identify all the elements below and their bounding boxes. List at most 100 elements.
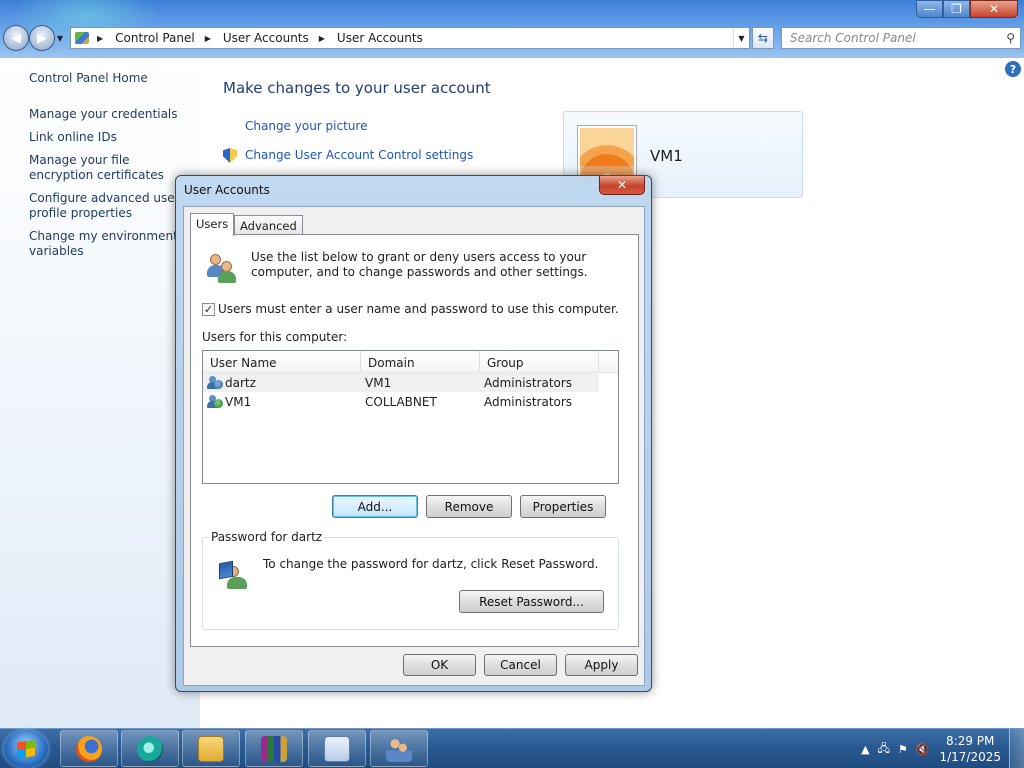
forward-button[interactable]: ▶	[29, 25, 55, 51]
page-title: Make changes to your user account	[223, 79, 491, 97]
uac-settings-link[interactable]: Change User Account Control settings	[245, 148, 473, 162]
refresh-icon: ⇆	[757, 31, 769, 45]
back-button[interactable]: ◀	[3, 25, 29, 51]
minimize-button[interactable]: —	[916, 0, 943, 18]
row-user-name: VM1	[225, 394, 252, 409]
ok-button[interactable]: OK	[403, 654, 476, 676]
network-icon[interactable]: 🖧	[878, 740, 890, 759]
users-list-header: User Name Domain Group	[203, 351, 618, 373]
breadcrumb-current[interactable]: User Accounts	[333, 31, 427, 45]
sidebar-item-link-online-ids[interactable]: Link online IDs	[29, 130, 194, 145]
close-button[interactable]: ✕	[970, 0, 1018, 18]
change-picture-link[interactable]: Change your picture	[245, 119, 367, 133]
folder-icon	[198, 735, 224, 762]
recent-pages-dropdown[interactable]: ▼	[55, 25, 65, 51]
row-group: Administrators	[484, 375, 573, 390]
column-user-name[interactable]: User Name	[203, 351, 361, 372]
column-group[interactable]: Group	[480, 351, 599, 372]
firefox-icon	[76, 735, 102, 762]
dialog-body: Users Advanced Use the list below to gra…	[183, 206, 645, 686]
window-titlebar: — ❐ ✕ ◀ ▶ ▼ ▶ Control Panel ▶ User Accoun…	[0, 0, 1024, 58]
user-password-icon	[219, 560, 249, 590]
control-panel-window-icon	[324, 735, 350, 762]
breadcrumb-user-accounts[interactable]: User Accounts ▶	[219, 31, 333, 45]
password-group-title: Password for dartz	[209, 530, 325, 544]
require-password-option: ✓ Users must enter a user name and passw…	[202, 302, 619, 316]
sidebar-item-environment-variables[interactable]: Change my environment variables	[29, 229, 194, 259]
users-list[interactable]: User Name Domain Group dartz VM1 Adminis…	[202, 350, 619, 484]
users-list-label: Users for this computer:	[202, 330, 348, 344]
column-domain[interactable]: Domain	[361, 351, 480, 372]
clock-time: 8:29 PM	[946, 734, 995, 748]
show-desktop-button[interactable]	[1009, 729, 1024, 768]
archive-books-icon	[261, 735, 287, 762]
system-tray: ▲ 🖧 ⚑ 🔇 8:29 PM 1/17/2025	[857, 729, 1024, 768]
apply-button[interactable]: Apply	[565, 654, 638, 676]
back-arrow-icon: ◀	[11, 30, 21, 46]
remove-user-button[interactable]: Remove	[426, 495, 512, 518]
account-name: VM1	[650, 147, 683, 165]
maximize-button[interactable]: ❐	[943, 0, 970, 18]
chevron-right-icon[interactable]: ▶	[319, 34, 325, 43]
clock[interactable]: 8:29 PM 1/17/2025	[939, 733, 1001, 765]
require-password-label[interactable]: Users must enter a user name and passwor…	[218, 302, 619, 316]
breadcrumb-control-panel[interactable]: Control Panel ▶	[111, 31, 219, 45]
volume-muted-icon[interactable]: 🔇	[916, 743, 930, 756]
require-password-checkbox[interactable]: ✓	[202, 302, 215, 316]
domain-user-icon	[207, 394, 223, 409]
chevron-right-icon: ▶	[97, 33, 104, 43]
dialog-close-button[interactable]: ✕	[599, 176, 645, 195]
search-icon[interactable]: ⚲	[1006, 31, 1015, 45]
chevron-right-icon[interactable]: ▶	[205, 34, 211, 43]
users-icon	[206, 252, 240, 283]
sidebar-item-control-panel-home[interactable]: Control Panel Home	[29, 71, 194, 86]
teal-app-icon	[137, 735, 163, 762]
properties-button[interactable]: Properties	[520, 495, 606, 518]
control-panel-icon	[71, 28, 93, 48]
cancel-button[interactable]: Cancel	[484, 654, 557, 676]
help-icon[interactable]: ?	[1005, 61, 1021, 77]
breadcrumb-label: User Accounts	[222, 31, 309, 45]
taskbar-firefox[interactable]	[60, 730, 118, 767]
refresh-button[interactable]: ⇆	[752, 27, 774, 49]
nav-buttons: ◀ ▶ ▼	[3, 25, 65, 51]
reset-password-button[interactable]: Reset Password...	[459, 590, 604, 613]
table-row[interactable]: dartz VM1 Administrators	[203, 373, 599, 392]
taskbar-app-teal[interactable]	[121, 730, 179, 767]
address-bar[interactable]: ▶ Control Panel ▶ User Accounts ▶ User Acc…	[70, 27, 750, 49]
breadcrumb-root-chevron[interactable]: ▶	[93, 34, 111, 43]
user-accounts-dialog: User Accounts ✕ Users Advanced Use the l…	[175, 175, 652, 692]
taskbar-control-panel[interactable]	[308, 730, 366, 767]
tab-advanced[interactable]: Advanced	[234, 215, 303, 236]
taskbar-archive[interactable]	[245, 730, 303, 767]
user-icon	[207, 375, 223, 390]
breadcrumb-label: User Accounts	[336, 31, 423, 45]
password-group: Password for dartz To change the passwor…	[202, 530, 619, 630]
address-dropdown-button[interactable]: ▼	[733, 28, 749, 48]
start-button[interactable]	[4, 730, 48, 768]
sidebar-item-advanced-profile[interactable]: Configure advanced user profile properti…	[29, 191, 194, 221]
password-group-text: To change the password for dartz, click …	[263, 557, 599, 571]
search-placeholder: Search Control Panel	[790, 31, 916, 45]
window-controls: — ❐ ✕	[916, 0, 1018, 18]
tab-users[interactable]: Users	[190, 213, 235, 236]
windows-logo-icon	[17, 740, 35, 758]
dialog-title: User Accounts	[184, 183, 270, 197]
row-group: Administrators	[484, 394, 573, 409]
clock-date: 1/17/2025	[939, 750, 1001, 764]
row-domain: COLLABNET	[365, 394, 437, 409]
taskbar-user-accounts[interactable]	[370, 730, 428, 767]
user-accounts-icon	[386, 735, 412, 762]
taskbar: ▲ 🖧 ⚑ 🔇 8:29 PM 1/17/2025	[0, 728, 1024, 768]
breadcrumb-label: Control Panel	[115, 31, 195, 45]
row-user-name: dartz	[225, 375, 256, 390]
sidebar-item-file-encryption[interactable]: Manage your file encryption certificates	[29, 153, 194, 183]
show-hidden-icons-button[interactable]: ▲	[861, 743, 869, 756]
forward-arrow-icon: ▶	[37, 30, 47, 46]
taskbar-explorer[interactable]	[182, 730, 240, 767]
search-input[interactable]: Search Control Panel ⚲	[781, 27, 1021, 49]
add-user-button[interactable]: Add...	[332, 495, 418, 518]
table-row[interactable]: VM1 COLLABNET Administrators	[203, 392, 599, 411]
action-center-flag-icon[interactable]: ⚑	[898, 743, 908, 756]
sidebar-item-manage-credentials[interactable]: Manage your credentials	[29, 107, 194, 122]
